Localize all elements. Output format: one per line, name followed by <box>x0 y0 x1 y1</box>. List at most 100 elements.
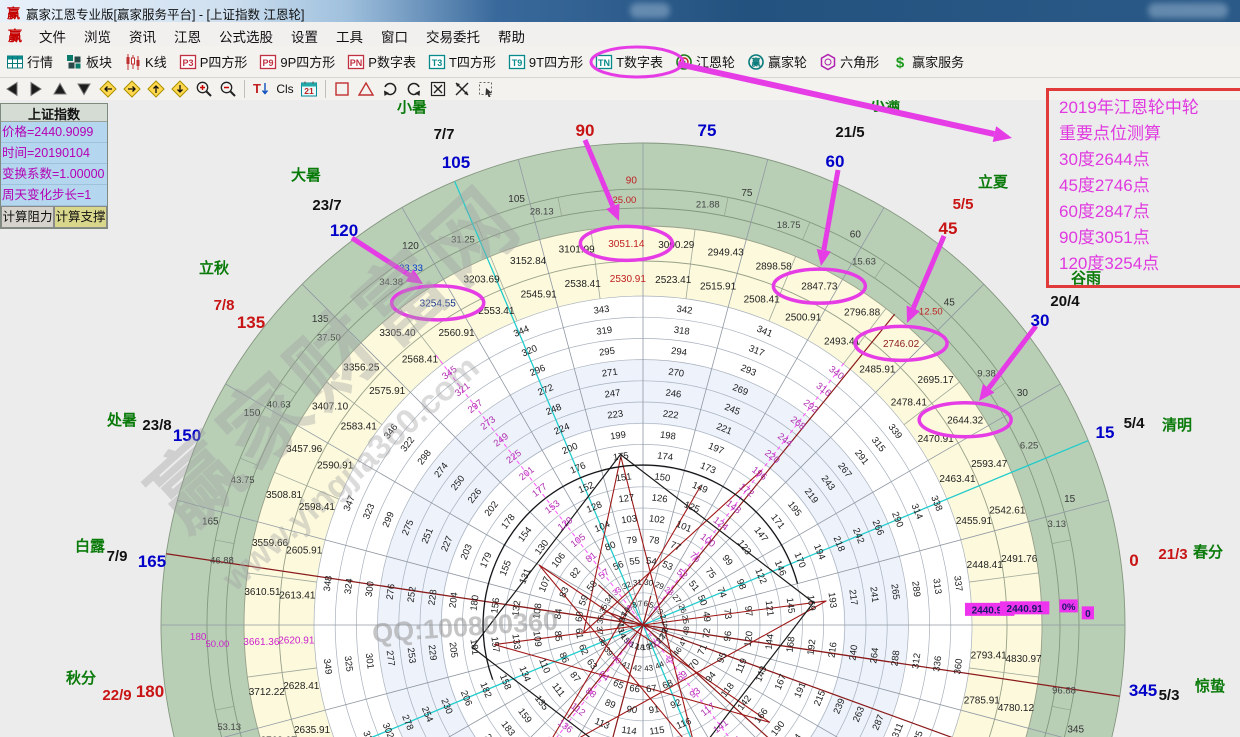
x-box-icon[interactable] <box>426 79 450 99</box>
svg-text:133: 133 <box>509 633 522 650</box>
annotation-line-1: 重要点位测算 <box>1059 121 1240 147</box>
toolbar-button-T四方形[interactable]: T3T四方形 <box>422 49 502 75</box>
svg-text:21: 21 <box>304 86 314 96</box>
toolbar-button-9P四方形[interactable]: P99P四方形 <box>253 49 341 75</box>
svg-text:120: 120 <box>743 630 756 647</box>
svg-text:343: 343 <box>593 304 610 317</box>
menu-item-3[interactable]: 江恩 <box>165 24 210 48</box>
toolbar-button-label: 六角形 <box>840 52 879 71</box>
menu-item-9[interactable]: 帮助 <box>489 24 534 48</box>
svg-text:67: 67 <box>645 683 657 695</box>
main-toolbar: 行情 板块 K线P3P四方形P99P四方形PNP数字表T3T四方形T99T四方形TN… <box>0 46 1240 78</box>
svg-text:84: 84 <box>553 608 565 620</box>
panel-row-1: 时间=20190104 <box>1 143 107 164</box>
wheel-outer-label-7/8: 7/8 <box>214 297 235 314</box>
app-logo-icon: 赢 <box>7 3 20 22</box>
square-tool-icon[interactable] <box>330 79 354 99</box>
nav-up-icon[interactable] <box>48 79 72 99</box>
wheel-outer-label-春分: 春分 <box>1193 543 1223 561</box>
calc-support-button[interactable]: 计算支撑 <box>54 206 107 228</box>
rotate-cw-icon[interactable] <box>378 79 402 99</box>
svg-text:180: 180 <box>190 632 207 643</box>
svg-text:264: 264 <box>868 647 881 664</box>
triangle-tool-icon[interactable] <box>354 79 378 99</box>
wheel-outer-label-21/3: 21/3 <box>1158 546 1187 563</box>
nav-down-icon[interactable] <box>72 79 96 99</box>
calc-resistance-button[interactable]: 计算阻力 <box>1 206 54 228</box>
wheel-outer-label-135: 135 <box>237 313 265 332</box>
nav-right-icon[interactable] <box>24 79 48 99</box>
wheel-outer-label-180: 180 <box>136 682 164 701</box>
toolbar-button-P四方形[interactable]: P3P四方形 <box>173 49 254 75</box>
select-tool-icon[interactable] <box>474 79 498 99</box>
svg-text:3610.51: 3610.51 <box>244 587 281 598</box>
svg-text:271: 271 <box>601 367 618 380</box>
wheel-outer-label-5/4: 5/4 <box>1124 415 1146 432</box>
zoom-in-icon[interactable] <box>192 79 216 99</box>
menu-item-4[interactable]: 公式选股 <box>210 24 282 48</box>
menu-item-1[interactable]: 浏览 <box>75 24 120 48</box>
toolbar-button-label: T四方形 <box>449 52 496 71</box>
svg-text:48: 48 <box>681 625 691 636</box>
svg-text:3508.81: 3508.81 <box>266 490 303 501</box>
toolbar-button-赢家轮[interactable]: 赢赢家轮 <box>741 49 813 75</box>
toolbar-separator <box>244 80 245 98</box>
svg-text:40.63: 40.63 <box>267 400 291 411</box>
svg-text:120: 120 <box>402 241 419 252</box>
menu-item-2[interactable]: 资讯 <box>120 24 165 48</box>
menu-item-8[interactable]: 交易委托 <box>417 24 489 48</box>
nav-left-icon[interactable] <box>0 79 24 99</box>
diamond-left-icon[interactable] <box>96 79 120 99</box>
calendar-icon[interactable]: 21 <box>297 79 321 99</box>
cls-icon[interactable]: Cls <box>273 79 297 99</box>
svg-text:46.88: 46.88 <box>210 556 234 567</box>
menu-item-0[interactable]: 文件 <box>30 24 75 48</box>
t-down-icon[interactable]: T <box>249 79 273 99</box>
svg-text:3712.22: 3712.22 <box>249 687 286 698</box>
svg-text:42: 42 <box>632 663 643 673</box>
menu-list: 文件浏览资讯江恩公式选股设置工具窗口交易委托帮助 <box>0 22 1240 48</box>
rotate-ccw-icon[interactable] <box>402 79 426 99</box>
toolbar-button-K线[interactable]: K线 <box>118 49 173 75</box>
diamond-right-icon[interactable] <box>120 79 144 99</box>
menu-item-6[interactable]: 工具 <box>327 24 372 48</box>
menu-item-5[interactable]: 设置 <box>282 24 327 48</box>
diamond-down-icon[interactable] <box>168 79 192 99</box>
toolbar-button-板块[interactable]: 板块 <box>59 49 118 75</box>
svg-text:2949.43: 2949.43 <box>708 248 745 259</box>
svg-text:2491.76: 2491.76 <box>1001 554 1038 565</box>
annotation-line-0: 2019年江恩轮中轮 <box>1059 95 1240 121</box>
toolbar-button-赢家服务[interactable]: $赢家服务 <box>885 49 970 75</box>
x-arrows-icon[interactable] <box>450 79 474 99</box>
svg-text:PN: PN <box>350 57 363 67</box>
toolbar-button-六角形[interactable]: 六角形 <box>813 49 885 75</box>
svg-text:151: 151 <box>615 471 632 484</box>
wheel-outer-label-345: 345 <box>1129 681 1157 700</box>
window-controls-blur[interactable] <box>1148 3 1228 18</box>
svg-text:294: 294 <box>670 346 687 359</box>
svg-text:3000.29: 3000.29 <box>658 240 695 251</box>
toolbar-button-T数字表[interactable]: TNT数字表 <box>589 49 669 75</box>
wheel-outer-label-7/7: 7/7 <box>434 126 455 143</box>
svg-text:85: 85 <box>552 630 564 642</box>
toolbar-button-9T四方形[interactable]: T99T四方形 <box>502 49 589 75</box>
svg-text:赢: 赢 <box>752 56 761 67</box>
wheel-outer-label-120: 120 <box>330 221 358 240</box>
svg-text:2538.41: 2538.41 <box>565 279 602 290</box>
toolbar-button-label: 赢家服务 <box>912 52 964 71</box>
svg-text:2448.41: 2448.41 <box>967 560 1004 571</box>
svg-text:9.38: 9.38 <box>977 369 996 380</box>
svg-text:342: 342 <box>676 304 693 317</box>
menu-item-7[interactable]: 窗口 <box>372 24 417 48</box>
svg-text:325: 325 <box>342 655 355 672</box>
hexagon-icon <box>819 53 837 71</box>
svg-text:43.75: 43.75 <box>231 475 255 486</box>
toolbar-button-label: 板块 <box>86 52 112 71</box>
svg-text:2746.02: 2746.02 <box>883 339 920 350</box>
zoom-out-icon[interactable] <box>216 79 240 99</box>
toolbar-button-行情[interactable]: 行情 <box>0 49 59 75</box>
toolbar-button-江恩轮[interactable]: 江恩轮 <box>669 49 741 75</box>
svg-text:3.13: 3.13 <box>1048 519 1067 530</box>
diamond-up-icon[interactable] <box>144 79 168 99</box>
toolbar-button-P数字表[interactable]: PNP数字表 <box>341 49 422 75</box>
